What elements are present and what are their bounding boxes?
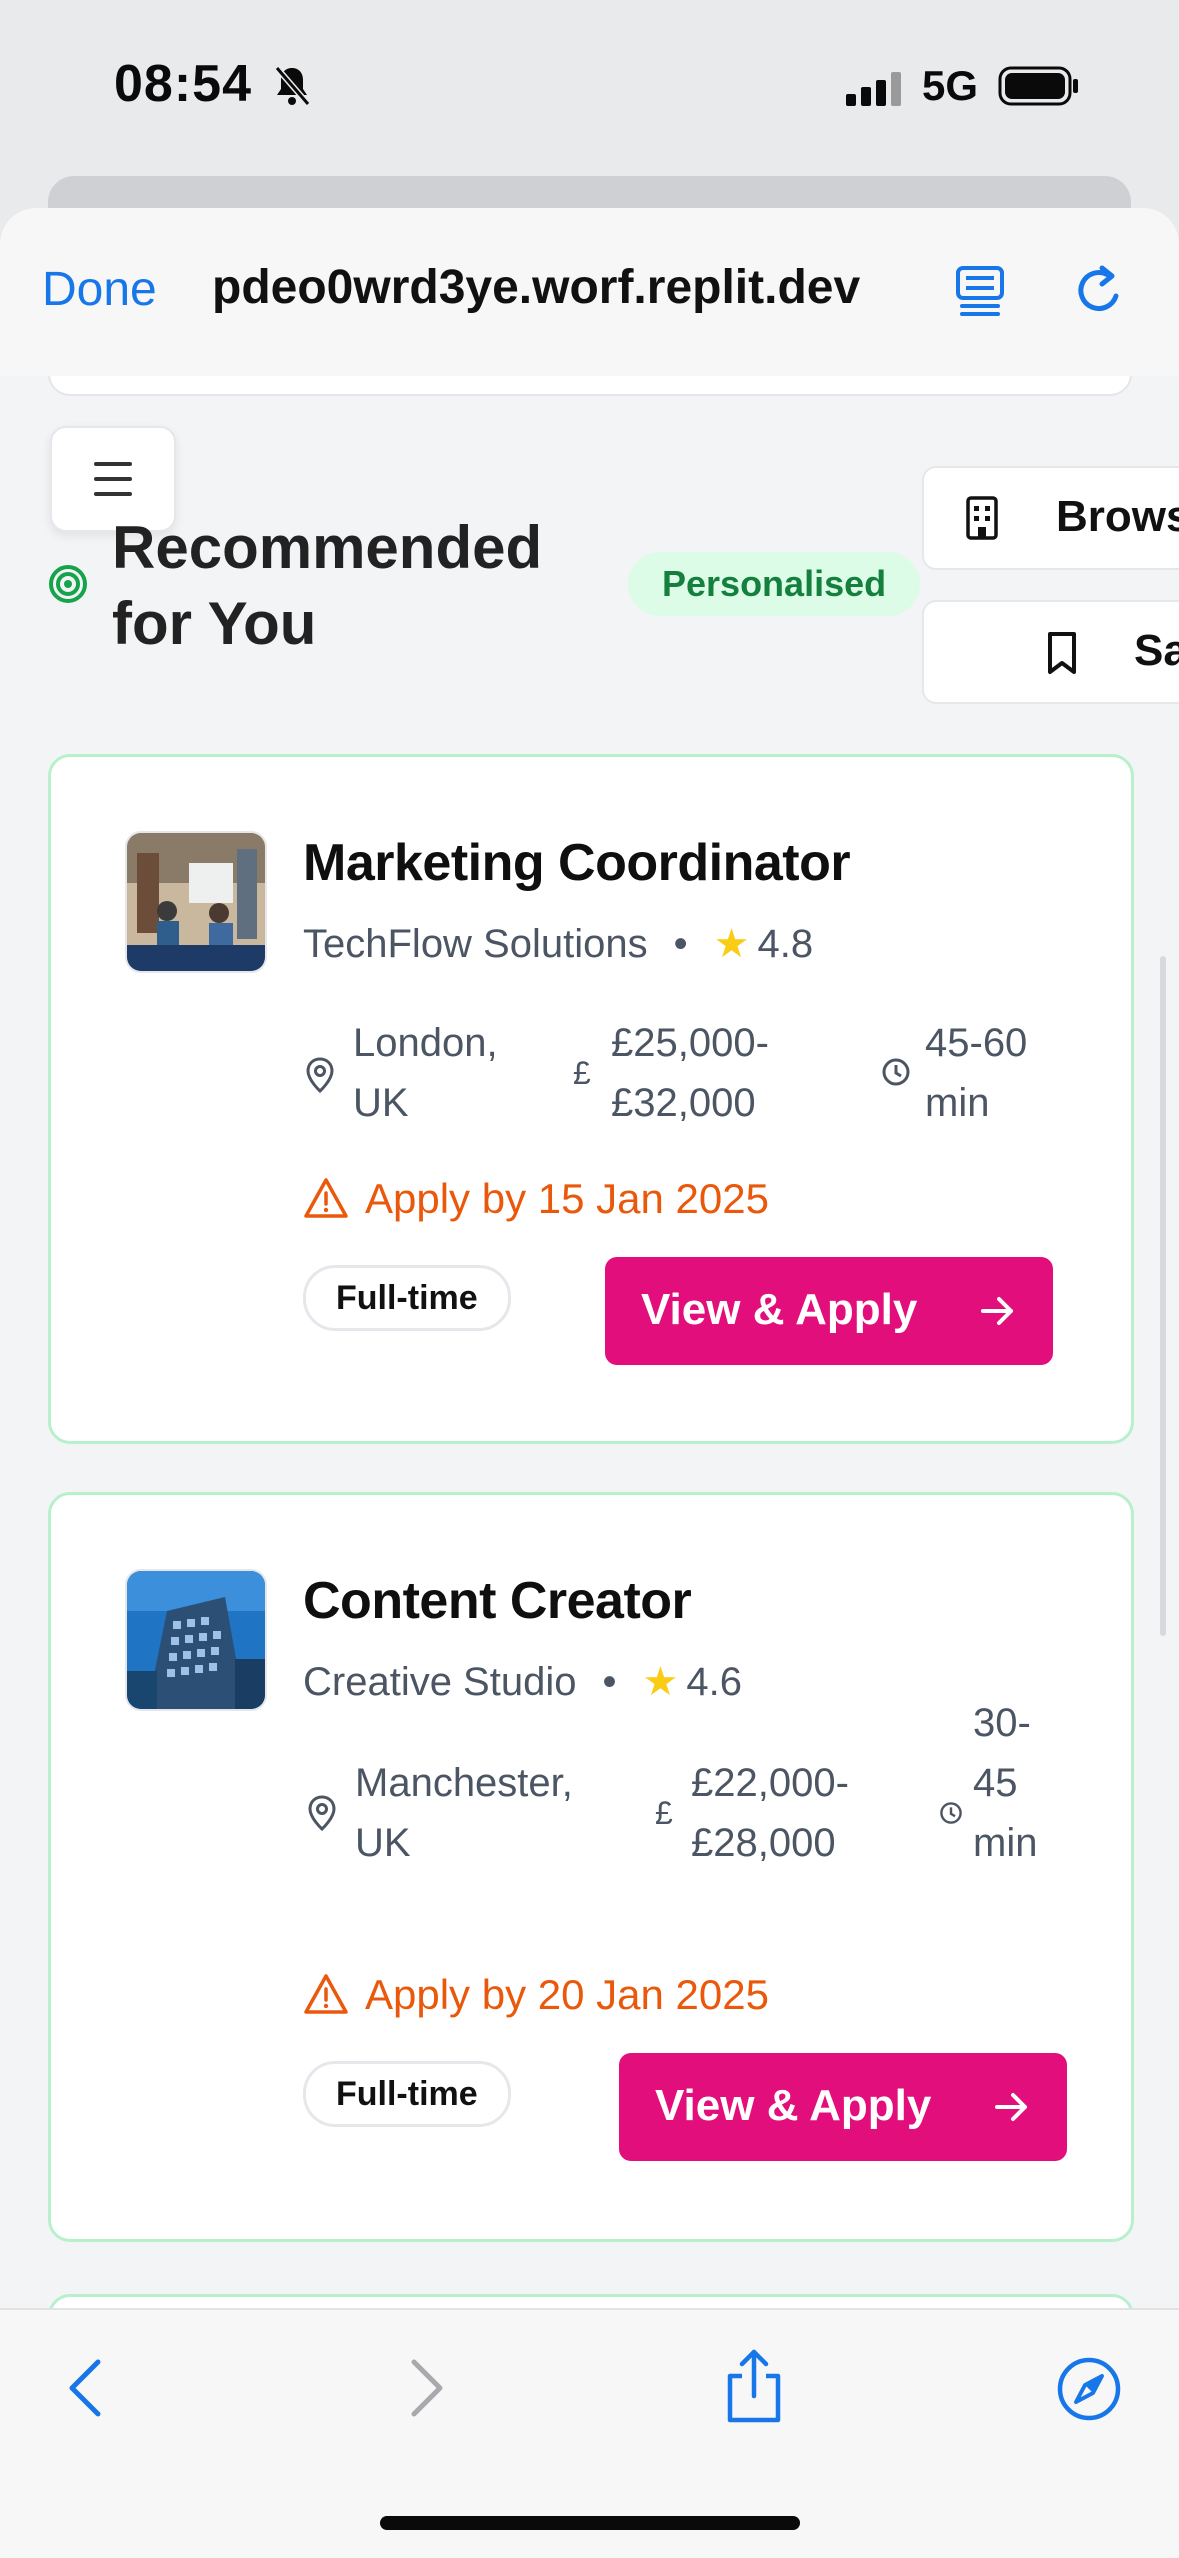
- hamburger-icon-line: [94, 477, 132, 481]
- job-duration: 45-60 min: [925, 1021, 1028, 1125]
- separator-dot: •: [673, 922, 688, 966]
- arrow-right-icon: [991, 2087, 1031, 2138]
- job-type-badge: Full-time: [303, 2061, 511, 2127]
- view-apply-button[interactable]: View & Apply: [619, 2053, 1067, 2161]
- company-logo: [125, 831, 267, 973]
- browse-button[interactable]: Brows: [922, 466, 1179, 570]
- job-type-badge: Full-time: [303, 1265, 511, 1331]
- hamburger-icon-line: [94, 492, 132, 496]
- job-salary: £22,000-£28,000: [691, 1761, 849, 1865]
- forward-icon[interactable]: [404, 2356, 448, 2425]
- star-icon: ★: [642, 1660, 679, 1704]
- home-indicator[interactable]: [380, 2516, 800, 2530]
- job-card[interactable]: Marketing Coordinator TechFlow Solutions…: [48, 754, 1134, 1444]
- done-button[interactable]: Done: [42, 262, 157, 317]
- arrow-right-icon: [977, 1291, 1017, 1342]
- clock-icon: [939, 1801, 963, 1830]
- company-name: Creative Studio: [303, 1660, 577, 1704]
- job-location: London, UK: [353, 1021, 498, 1125]
- web-page: Recommended for You Personalised Brows S…: [0, 376, 1179, 2310]
- separator-dot: •: [602, 1660, 617, 1704]
- star-icon: ★: [713, 922, 750, 966]
- warning-icon: [303, 1177, 349, 1224]
- warning-icon: [303, 1973, 349, 2020]
- reload-icon[interactable]: [1072, 262, 1128, 327]
- location-pin-icon: [305, 1057, 335, 1098]
- share-icon[interactable]: [722, 2346, 786, 2431]
- rating-value: 4.8: [757, 922, 814, 966]
- company-row: TechFlow Solutions • ★ 4.8: [303, 921, 813, 967]
- target-icon: [48, 564, 88, 609]
- view-apply-button[interactable]: View & Apply: [605, 1257, 1053, 1365]
- company-row: Creative Studio • ★ 4.6: [303, 1659, 742, 1705]
- location-pin-icon: [307, 1795, 337, 1836]
- bookmark-icon: [1042, 630, 1082, 681]
- view-apply-label: View & Apply: [641, 1285, 918, 1334]
- status-time: 08:54: [114, 55, 252, 113]
- rating-value: 4.6: [686, 1660, 742, 1704]
- company-logo: [125, 1569, 267, 1711]
- job-card[interactable]: Content Creator Creative Studio • ★ 4.6 Man…: [48, 1492, 1134, 2242]
- personalised-badge: Personalised: [628, 552, 921, 616]
- clock-icon: [881, 1057, 911, 1092]
- status-bar: 08:54 5G: [0, 0, 1179, 180]
- company-name: TechFlow Solutions: [303, 922, 648, 966]
- signal-icon: [846, 72, 906, 111]
- battery-icon: [998, 66, 1080, 111]
- job-title[interactable]: Content Creator: [303, 1571, 692, 1631]
- job-location: Manchester, UK: [355, 1761, 573, 1865]
- saved-button[interactable]: Sa: [922, 600, 1179, 704]
- browse-label: Brows: [1056, 492, 1179, 541]
- bell-muted-icon: [272, 64, 312, 113]
- saved-label: Sa: [1134, 626, 1179, 675]
- network-type: 5G: [922, 62, 979, 109]
- view-apply-label: View & Apply: [655, 2081, 932, 2130]
- safari-compass-icon[interactable]: [1056, 2356, 1122, 2427]
- url-field[interactable]: pdeo0wrd3ye.worf.replit.dev: [212, 260, 902, 315]
- job-duration: 30-45 min: [973, 1701, 1038, 1865]
- reader-mode-icon[interactable]: [952, 262, 1008, 323]
- hamburger-icon: [94, 462, 132, 466]
- scrollbar[interactable]: [1160, 956, 1166, 1636]
- apply-deadline: Apply by 20 Jan 2025: [365, 1971, 769, 2018]
- previous-card-edge: [48, 376, 1132, 396]
- pound-icon: £: [573, 1055, 591, 1091]
- apply-deadline: Apply by 15 Jan 2025: [365, 1175, 769, 1222]
- back-icon[interactable]: [64, 2356, 108, 2425]
- section-title: Recommended for You: [112, 514, 543, 657]
- pound-icon: £: [655, 1795, 673, 1831]
- job-title[interactable]: Marketing Coordinator: [303, 833, 851, 893]
- building-icon: [960, 494, 1004, 547]
- job-salary: £25,000-£32,000: [611, 1021, 769, 1125]
